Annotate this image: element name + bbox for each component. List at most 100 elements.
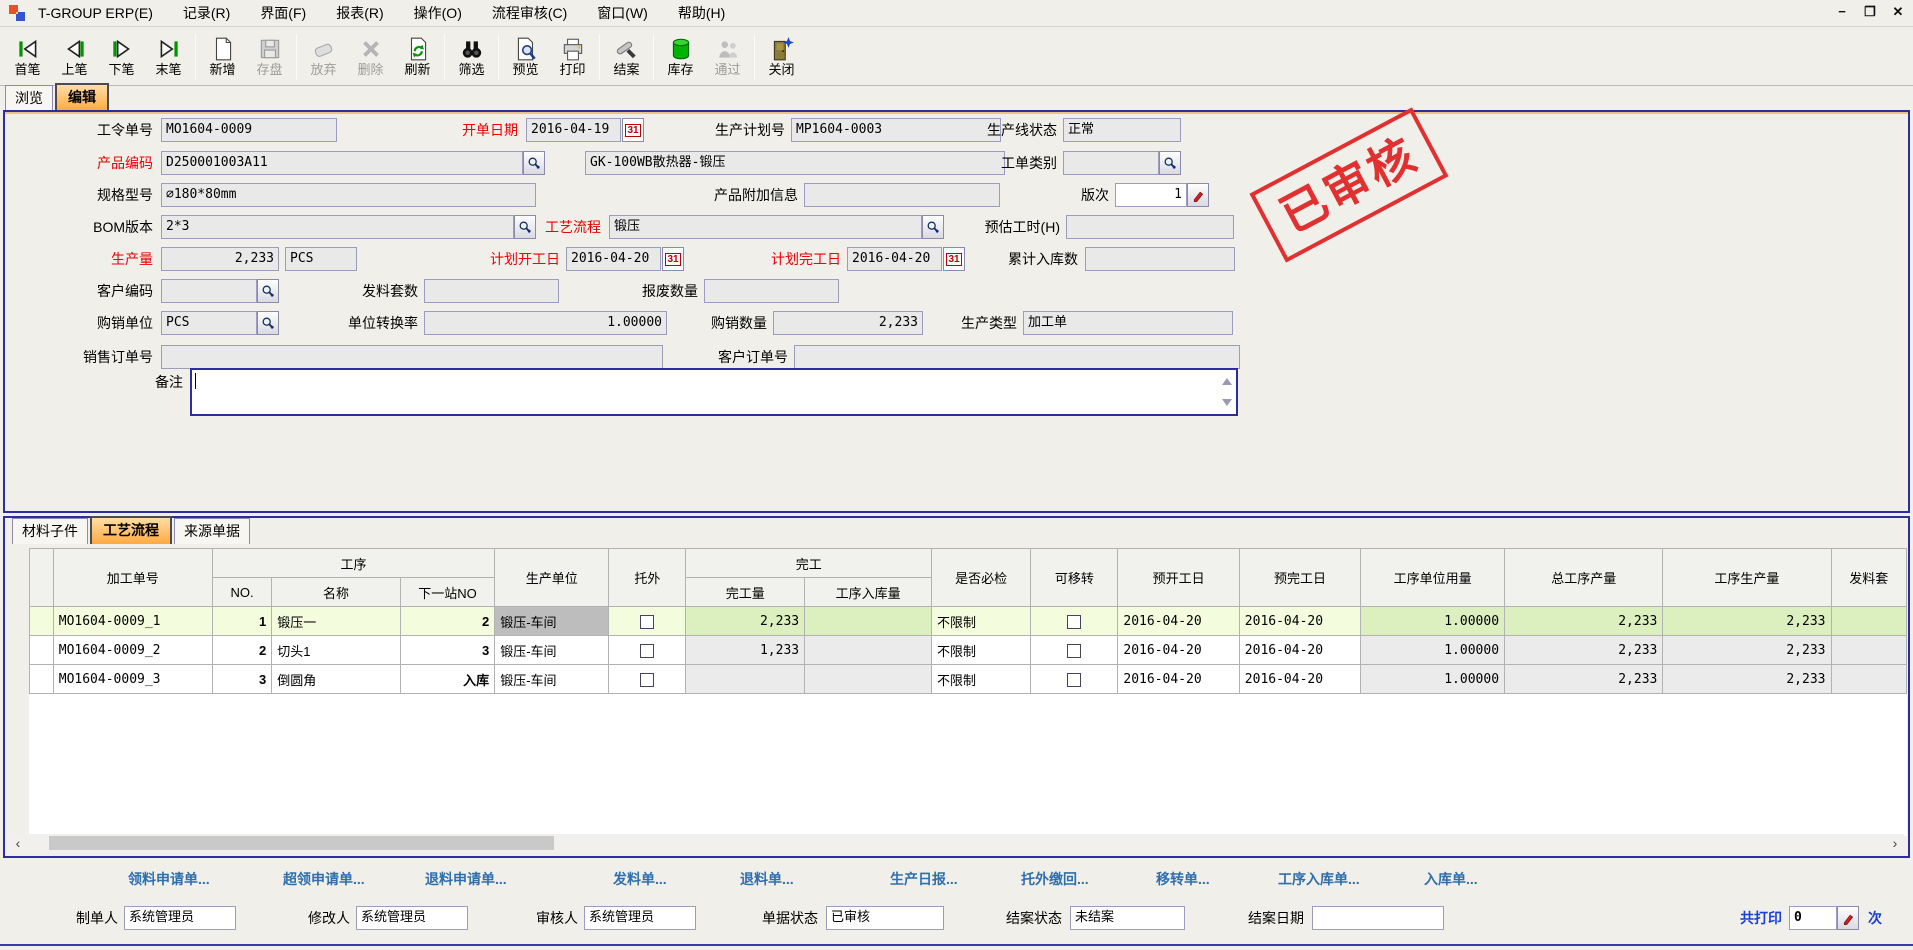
field-process[interactable]: 锻压 — [609, 215, 922, 239]
field-sales-order[interactable] — [161, 345, 663, 369]
toolbar-button-preview[interactable]: 预览 — [502, 30, 549, 84]
cell-no[interactable]: 1 — [212, 607, 271, 636]
link-issue-doc[interactable]: 发料单... — [613, 869, 667, 889]
field-qty[interactable]: 2,233 — [161, 247, 279, 271]
cell-total-output[interactable]: 2,233 — [1505, 665, 1663, 694]
transfer-checkbox[interactable] — [1067, 673, 1081, 687]
cell-output[interactable]: 2,233 — [1663, 665, 1831, 694]
cell-order-no[interactable]: MO1604-0009_3 — [53, 665, 212, 694]
toolbar-button-refresh[interactable]: 刷新 — [394, 30, 441, 84]
cell-order-no[interactable]: MO1604-0009_1 — [53, 607, 212, 636]
scroll-left-icon[interactable]: ‹ — [9, 834, 27, 852]
scroll-up-icon[interactable] — [1222, 378, 1232, 385]
field-version[interactable]: 1 — [1115, 183, 1187, 207]
cell-inspect[interactable]: 不限制 — [932, 665, 1031, 694]
toolbar-button-print[interactable]: 打印 — [549, 30, 596, 84]
cell-next[interactable]: 入库 — [400, 665, 494, 694]
field-cust-order[interactable] — [794, 345, 1240, 369]
cell-outsource[interactable] — [609, 607, 686, 636]
cell-inspect[interactable]: 不限制 — [932, 636, 1031, 665]
menu-operate[interactable]: 操作(O) — [414, 3, 462, 23]
calendar-button-start-date[interactable]: 31 — [662, 247, 684, 271]
outsource-checkbox[interactable] — [640, 644, 654, 658]
cell-unit[interactable]: 锻压-车间 — [495, 636, 609, 665]
cell-unit[interactable]: 锻压-车间 — [495, 665, 609, 694]
field-total-in[interactable] — [1085, 247, 1235, 271]
cell-name[interactable]: 切头1 — [272, 636, 401, 665]
link-in-stock-doc[interactable]: 入库单... — [1424, 869, 1478, 889]
cell-no[interactable]: 3 — [212, 665, 271, 694]
menu-report[interactable]: 报表(R) — [336, 3, 383, 23]
row-indicator[interactable] — [30, 665, 54, 694]
cell-in-qty[interactable] — [805, 636, 932, 665]
cell-plan-end[interactable]: 2016-04-20 — [1239, 665, 1360, 694]
spin-button-print-count[interactable] — [1837, 906, 1859, 930]
cell-outsource[interactable] — [609, 636, 686, 665]
cell-sets[interactable] — [1831, 607, 1907, 636]
transfer-checkbox[interactable] — [1067, 615, 1081, 629]
field-line-status[interactable]: 正常 — [1063, 118, 1181, 142]
outsource-checkbox[interactable] — [640, 673, 654, 687]
menu-interface[interactable]: 界面(F) — [260, 3, 306, 23]
tab-process-flow[interactable]: 工艺流程 — [90, 516, 172, 544]
cell-unit-usage[interactable]: 1.00000 — [1361, 607, 1505, 636]
scroll-right-icon[interactable]: › — [1886, 834, 1904, 852]
toolbar-button-next[interactable]: 下笔 — [98, 30, 145, 84]
minimize-button[interactable]: − — [1833, 3, 1851, 21]
field-order-type[interactable] — [1063, 151, 1159, 175]
lookup-button-product-code[interactable] — [523, 151, 545, 175]
cell-unit-usage[interactable]: 1.00000 — [1361, 665, 1505, 694]
cell-order-no[interactable]: MO1604-0009_2 — [53, 636, 212, 665]
cell-plan-end[interactable]: 2016-04-20 — [1239, 607, 1360, 636]
field-sales-unit[interactable]: PCS — [161, 311, 257, 335]
tab-source-docs[interactable]: 来源单据 — [174, 518, 250, 544]
lookup-button-order-type[interactable] — [1159, 151, 1181, 175]
cell-in-qty[interactable] — [805, 665, 932, 694]
cell-outsource[interactable] — [609, 665, 686, 694]
cell-plan-start[interactable]: 2016-04-20 — [1118, 636, 1239, 665]
toolbar-button-prev[interactable]: 上笔 — [51, 30, 98, 84]
cell-finish-qty[interactable] — [686, 665, 805, 694]
cell-plan-start[interactable]: 2016-04-20 — [1118, 607, 1239, 636]
tab-edit[interactable]: 编辑 — [55, 83, 109, 111]
cell-finish-qty[interactable]: 2,233 — [686, 607, 805, 636]
scrollbar-thumb[interactable] — [49, 836, 554, 850]
field-print-count[interactable]: 0 — [1789, 906, 1837, 930]
link-over-request[interactable]: 超领申请单... — [283, 869, 365, 889]
link-return-request[interactable]: 退料申请单... — [425, 869, 507, 889]
spin-button-version[interactable] — [1187, 183, 1209, 207]
cell-output[interactable]: 2,233 — [1663, 607, 1831, 636]
cell-plan-end[interactable]: 2016-04-20 — [1239, 636, 1360, 665]
transfer-checkbox[interactable] — [1067, 644, 1081, 658]
cell-transfer[interactable] — [1031, 636, 1118, 665]
toolbar-button-first[interactable]: 首笔 — [4, 30, 51, 84]
row-indicator[interactable] — [30, 636, 54, 665]
row-indicator[interactable] — [30, 607, 54, 636]
toolbar-button-last[interactable]: 末笔 — [145, 30, 192, 84]
tab-browse[interactable]: 浏览 — [5, 85, 53, 111]
link-material-request[interactable]: 领料申请单... — [128, 869, 210, 889]
cell-output[interactable]: 2,233 — [1663, 636, 1831, 665]
field-prod-type[interactable]: 加工单 — [1023, 311, 1233, 335]
link-daily-report[interactable]: 生产日报... — [890, 869, 958, 889]
cell-total-output[interactable]: 2,233 — [1505, 636, 1663, 665]
cell-transfer[interactable] — [1031, 665, 1118, 694]
menu-record[interactable]: 记录(R) — [183, 3, 230, 23]
menu-tgroup-erp[interactable]: T-GROUP ERP(E) — [38, 5, 153, 21]
close-button[interactable]: ✕ — [1889, 3, 1907, 21]
menu-window[interactable]: 窗口(W) — [597, 3, 648, 23]
cell-next[interactable]: 2 — [400, 607, 494, 636]
cell-next[interactable]: 3 — [400, 636, 494, 665]
field-scrap[interactable] — [704, 279, 839, 303]
field-sets[interactable] — [424, 279, 559, 303]
toolbar-button-close-case[interactable]: 结案 — [603, 30, 650, 84]
menu-flow-audit[interactable]: 流程审核(C) — [492, 3, 567, 23]
cell-sets[interactable] — [1831, 665, 1907, 694]
cell-total-output[interactable]: 2,233 — [1505, 607, 1663, 636]
cell-transfer[interactable] — [1031, 607, 1118, 636]
cell-plan-start[interactable]: 2016-04-20 — [1118, 665, 1239, 694]
field-work-order[interactable]: MO1604-0009 — [161, 118, 337, 142]
link-transfer-doc[interactable]: 移转单... — [1156, 869, 1210, 889]
cell-name[interactable]: 倒圆角 — [272, 665, 401, 694]
cell-unit-usage[interactable]: 1.00000 — [1361, 636, 1505, 665]
